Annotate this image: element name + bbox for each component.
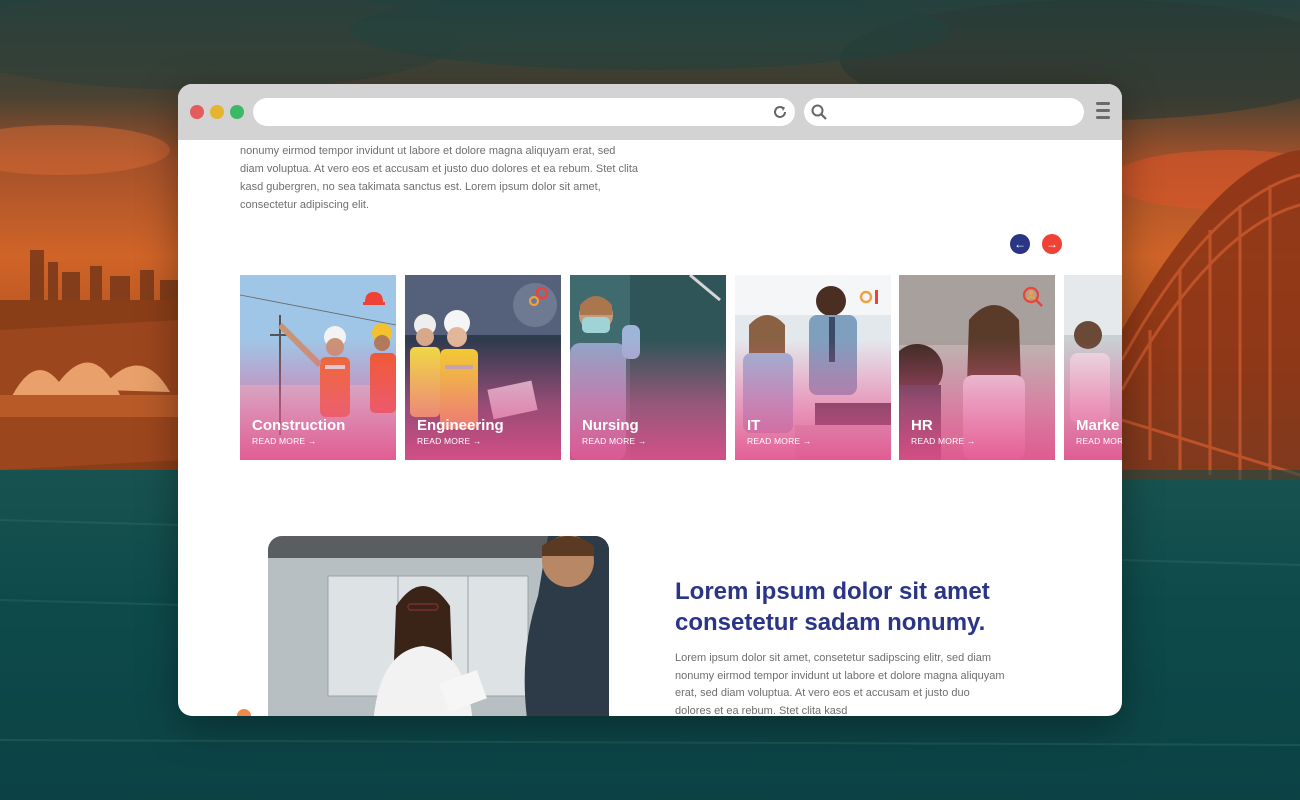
card-title: HR [911, 417, 933, 434]
category-card-marketing[interactable]: Marke READ MOR [1064, 275, 1122, 460]
menu-icon[interactable] [1096, 102, 1110, 122]
decorative-dot [237, 709, 251, 716]
page-content: nonumy eirmod tempor invidunt ut labore … [178, 140, 1122, 716]
read-more-link[interactable]: READ MORE → [252, 436, 317, 446]
carousel-next-button[interactable]: → [1042, 234, 1062, 254]
category-card-engineering[interactable]: Engineering READ MORE → [405, 275, 561, 460]
close-window-button[interactable] [190, 105, 204, 119]
gears-icon [528, 286, 549, 307]
reload-icon[interactable] [771, 103, 789, 121]
category-card-nursing[interactable]: Nursing READ MORE → [570, 275, 726, 460]
feature-image [268, 536, 609, 716]
read-more-link[interactable]: READ MORE → [417, 436, 482, 446]
card-title: IT [747, 417, 761, 434]
search-bar[interactable] [804, 98, 1084, 126]
person-search-icon [1022, 286, 1043, 307]
carousel-prev-button[interactable]: ← [1010, 234, 1030, 254]
card-title: Construction [252, 417, 346, 434]
address-bar[interactable] [253, 98, 795, 126]
category-card-construction[interactable]: Construction READ MORE → [240, 275, 396, 460]
read-more-link[interactable]: READ MORE → [747, 436, 812, 446]
card-title: Marke [1076, 417, 1120, 434]
office-meeting-photo [268, 536, 609, 716]
browser-window: nonumy eirmod tempor invidunt ut labore … [178, 84, 1122, 716]
category-card-it[interactable]: IT READ MORE → [735, 275, 891, 460]
read-more-link[interactable]: READ MOR [1076, 436, 1122, 446]
card-title: Nursing [582, 417, 639, 434]
read-more-link[interactable]: READ MORE → [911, 436, 976, 446]
read-more-link[interactable]: READ MORE → [582, 436, 647, 446]
category-card-hr[interactable]: HR READ MORE → [899, 275, 1055, 460]
browser-toolbar [178, 84, 1122, 140]
feature-headline: Lorem ipsum dolor sit amet consetetur sa… [675, 578, 990, 636]
search-icon [811, 104, 827, 120]
intro-paragraph: nonumy eirmod tempor invidunt ut labore … [240, 145, 639, 211]
hard-hat-icon [363, 292, 385, 305]
card-title: Engineering [417, 417, 504, 434]
feature-paragraph: Lorem ipsum dolor sit amet, consetetur s… [675, 652, 1005, 716]
maximize-window-button[interactable] [230, 105, 244, 119]
minimize-window-button[interactable] [210, 105, 224, 119]
tech-gear-icon [859, 290, 878, 304]
